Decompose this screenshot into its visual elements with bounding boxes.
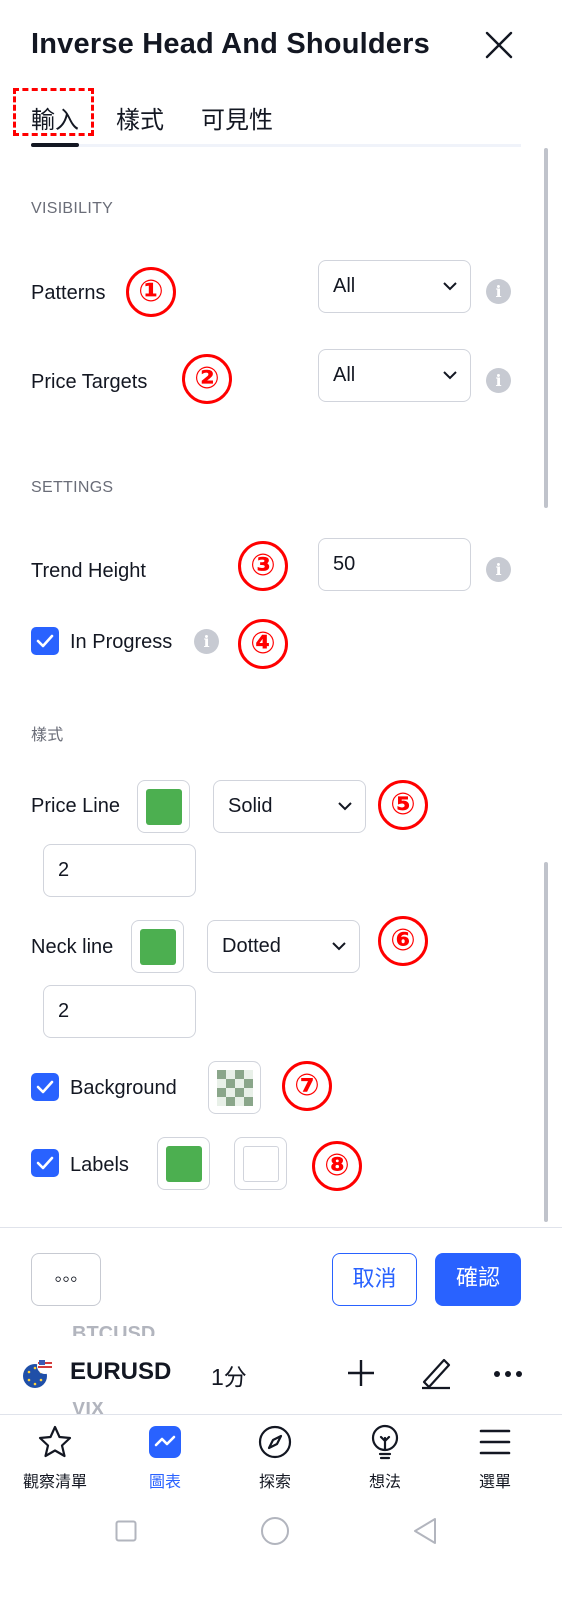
neck-line-style-value: Dotted [222, 935, 281, 957]
checkmark-icon [36, 634, 54, 648]
nav-item-watchlist[interactable]: 觀察清單 [10, 1420, 100, 1492]
patterns-select[interactable]: All [318, 260, 471, 313]
price-line-style-value: Solid [228, 795, 273, 817]
chevron-down-icon [443, 371, 457, 380]
more-horizontal-icon[interactable] [493, 1366, 523, 1384]
section-visibility: VISIBILITY [31, 200, 114, 217]
neck-line-style-select[interactable]: Dotted [207, 920, 360, 973]
symbol-label[interactable]: EURUSD [70, 1358, 171, 1386]
price-targets-label: Price Targets [31, 371, 148, 393]
plus-icon[interactable] [346, 1358, 376, 1393]
checkerboard-icon [217, 1070, 253, 1106]
in-progress-info-icon[interactable]: i [194, 629, 219, 654]
labels-label: Labels [70, 1154, 129, 1176]
price-line-color-swatch[interactable] [137, 780, 190, 833]
annotation-1: ① [126, 267, 176, 317]
ok-button[interactable]: 確認 [435, 1253, 521, 1306]
patterns-info-icon[interactable]: i [486, 279, 511, 304]
annotation-5: ⑤ [378, 780, 428, 830]
labels-color-swatch[interactable] [157, 1137, 210, 1190]
checkmark-icon [36, 1156, 54, 1170]
price-line-width-input[interactable]: 2 [43, 844, 196, 897]
background-checkbox[interactable] [31, 1073, 59, 1101]
price-line-label: Price Line [31, 795, 120, 817]
trend-height-info-icon[interactable]: i [486, 557, 511, 582]
price-targets-info-icon[interactable]: i [486, 368, 511, 393]
chevron-down-icon [443, 282, 457, 291]
swatch-fill [146, 789, 182, 825]
annotation-highlight-box [13, 88, 94, 136]
annotation-2: ② [182, 354, 232, 404]
annotation-8: ⑧ [312, 1141, 362, 1191]
eurusd-flag-icon [22, 1357, 54, 1389]
background-color-swatch[interactable] [208, 1061, 261, 1114]
price-targets-select[interactable]: All [318, 349, 471, 402]
active-tab-indicator [31, 143, 79, 147]
nav-label: 想法 [368, 1474, 401, 1491]
ghost-symbol-below: VIX [72, 1402, 105, 1414]
cancel-button[interactable]: 取消 [332, 1253, 417, 1306]
section-settings: SETTINGS [31, 479, 114, 496]
annotation-3: ③ [238, 541, 288, 591]
recent-apps-icon[interactable] [115, 1520, 137, 1547]
ghost-symbol-above: BTCUSD [72, 1323, 156, 1336]
swatch-fill [166, 1146, 202, 1182]
interval-label[interactable]: 1分 [211, 1358, 247, 1392]
neck-line-label: Neck line [31, 936, 114, 958]
drawing-pen-icon[interactable] [418, 1354, 454, 1395]
annotation-6: ⑥ [378, 916, 428, 966]
trend-height-label: Trend Height [31, 560, 146, 582]
menu-icon [450, 1420, 540, 1464]
chevron-down-icon [338, 802, 352, 811]
swatch-fill [140, 929, 176, 965]
price-targets-select-value: All [333, 364, 356, 386]
checkmark-icon [36, 1080, 54, 1094]
dialog-title: Inverse Head And Shoulders [31, 28, 430, 60]
lightbulb-icon [340, 1420, 430, 1464]
nav-label: 圖表 [148, 1474, 181, 1491]
scrollbar-thumb[interactable] [544, 862, 548, 1222]
swatch-fill [243, 1146, 279, 1182]
back-icon[interactable] [412, 1517, 438, 1550]
footer-divider [0, 1227, 562, 1228]
labels-checkbox[interactable] [31, 1149, 59, 1177]
star-icon [10, 1420, 100, 1464]
price-line-style-select[interactable]: Solid [213, 780, 366, 833]
tab-style[interactable]: 樣式 [116, 100, 164, 135]
more-options-button[interactable]: ◦◦◦ [31, 1253, 101, 1306]
nav-label: 選單 [478, 1474, 511, 1491]
patterns-select-value: All [333, 275, 356, 297]
annotation-4: ④ [238, 619, 288, 669]
nav-divider [0, 1414, 562, 1415]
home-icon[interactable] [260, 1516, 290, 1551]
in-progress-label: In Progress [70, 631, 173, 653]
compass-icon [230, 1420, 320, 1464]
neck-line-width-input[interactable]: 2 [43, 985, 196, 1038]
neck-line-color-swatch[interactable] [131, 920, 184, 973]
nav-item-ideas[interactable]: 想法 [340, 1420, 430, 1492]
chart-icon [120, 1420, 210, 1464]
nav-label: 觀察清單 [22, 1474, 87, 1491]
nav-item-chart[interactable]: 圖表 [120, 1420, 210, 1492]
section-style: 樣式 [31, 727, 64, 744]
labels-text-color-swatch[interactable] [234, 1137, 287, 1190]
trend-height-input[interactable]: 50 [318, 538, 471, 591]
tab-visibility[interactable]: 可見性 [201, 100, 273, 135]
scrollbar-thumb[interactable] [544, 148, 548, 508]
close-icon[interactable] [484, 30, 514, 60]
nav-item-menu[interactable]: 選單 [450, 1420, 540, 1492]
patterns-label: Patterns [31, 282, 106, 304]
in-progress-checkbox[interactable] [31, 627, 59, 655]
background-label: Background [70, 1077, 177, 1099]
nav-item-explore[interactable]: 探索 [230, 1420, 320, 1492]
chevron-down-icon [332, 942, 346, 951]
nav-label: 探索 [258, 1474, 291, 1491]
tabs-divider [31, 144, 521, 147]
annotation-7: ⑦ [282, 1061, 332, 1111]
